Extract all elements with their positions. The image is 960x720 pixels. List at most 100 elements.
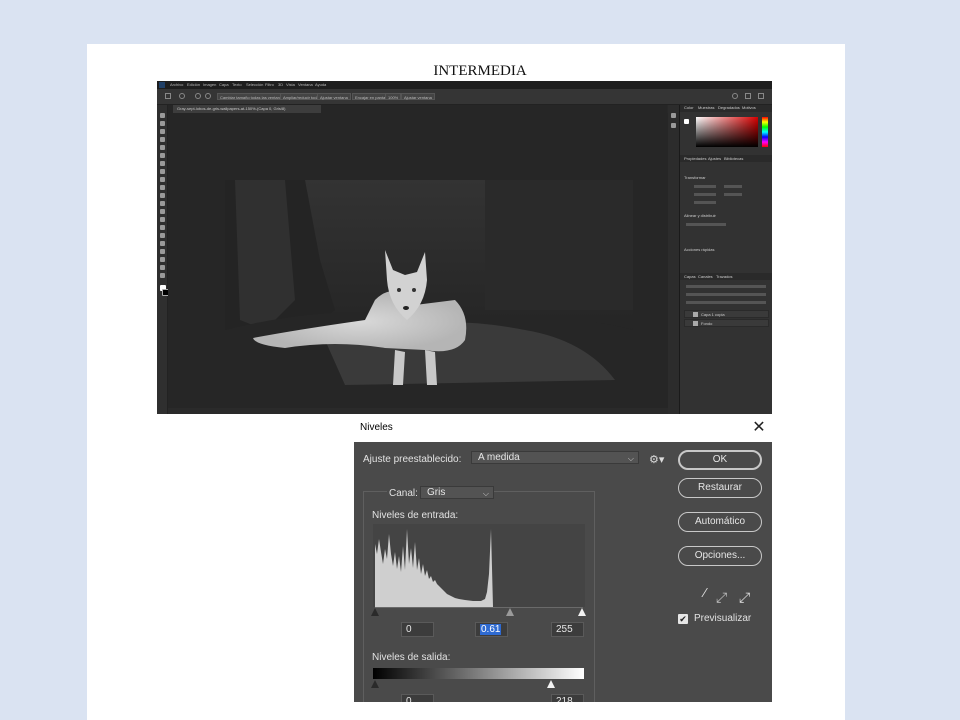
menu-vista[interactable]: Vista <box>286 82 295 87</box>
zoom-icon[interactable] <box>179 93 185 99</box>
home-icon[interactable] <box>165 93 171 99</box>
menu-ayuda[interactable]: Ayuda <box>315 82 326 87</box>
zoom-tool-icon[interactable] <box>160 273 165 278</box>
input-white-field[interactable]: 255 <box>551 622 584 637</box>
type-tool-icon[interactable] <box>160 241 165 246</box>
fit-window-button[interactable]: Ajustar ventana <box>401 93 435 100</box>
menu-filtro[interactable]: Filtro <box>265 82 274 87</box>
eyedropper-tool-icon[interactable] <box>160 161 165 166</box>
preview-checkbox[interactable]: ✔ <box>678 614 688 624</box>
output-black-slider[interactable] <box>371 680 379 688</box>
blur-tool-icon[interactable] <box>160 217 165 222</box>
eraser-tool-icon[interactable] <box>160 201 165 206</box>
black-eyedropper-icon[interactable]: ⁄ <box>704 585 706 600</box>
healing-tool-icon[interactable] <box>160 169 165 174</box>
options-button[interactable]: Opciones... <box>678 546 762 566</box>
menu-edicion[interactable]: Edición <box>187 82 200 87</box>
align-buttons[interactable] <box>686 223 726 226</box>
blend-mode-select[interactable] <box>686 293 766 296</box>
input-black-slider[interactable] <box>371 608 379 616</box>
input-white-slider[interactable] <box>578 608 586 616</box>
stamp-tool-icon[interactable] <box>160 185 165 190</box>
tab-capas[interactable]: Capas <box>684 274 696 280</box>
tab-motivos[interactable]: Motivos <box>742 105 756 111</box>
tab-color[interactable]: Color <box>684 105 694 111</box>
brush-tool-icon[interactable] <box>160 177 165 182</box>
wolf-photo[interactable] <box>225 180 633 409</box>
menu-bar: Archivo Edición Imagen Capa Texto Selecc… <box>157 81 772 89</box>
ok-button[interactable]: OK <box>678 450 762 470</box>
tab-trazados[interactable]: Trazados <box>716 274 733 280</box>
search-icon[interactable] <box>732 93 738 99</box>
marquee-tool-icon[interactable] <box>160 121 165 126</box>
preview-label: Previsualizar <box>694 613 752 624</box>
frame-tool-icon[interactable] <box>160 153 165 158</box>
angle-field[interactable] <box>694 201 716 204</box>
menu-texto[interactable]: Texto <box>232 82 242 87</box>
lasso-tool-icon[interactable] <box>160 129 165 134</box>
gradient-tool-icon[interactable] <box>160 209 165 214</box>
document-tab[interactable]: Gray-sept-lobos-de-gris-wallpapers-at-15… <box>173 105 321 113</box>
input-gamma-field[interactable]: 0.61 <box>475 622 508 637</box>
gray-eyedropper-icon[interactable]: ⤢ <box>716 589 727 606</box>
hand-tool-icon[interactable] <box>160 265 165 270</box>
shape-tool-icon[interactable] <box>160 257 165 262</box>
menu-seleccion[interactable]: Selección <box>246 82 263 87</box>
output-white-field[interactable]: 218 <box>551 694 584 702</box>
path-select-tool-icon[interactable] <box>160 249 165 254</box>
tab-bibliotecas[interactable]: Bibliotecas <box>724 156 743 162</box>
y-field[interactable] <box>724 193 742 196</box>
zoom-out-icon[interactable] <box>205 93 211 99</box>
move-tool-icon[interactable] <box>160 113 165 118</box>
history-panel-icon[interactable] <box>671 113 676 118</box>
menu-3d[interactable]: 3D <box>278 82 283 87</box>
crop-tool-icon[interactable] <box>160 145 165 150</box>
libraries-panel-icon[interactable] <box>671 123 676 128</box>
history-brush-tool-icon[interactable] <box>160 193 165 198</box>
hue-slider[interactable] <box>762 117 768 147</box>
fit-window-checkbox[interactable]: Ajustar ventana <box>317 93 351 100</box>
auto-button[interactable]: Automático <box>678 512 762 532</box>
foreground-swatch[interactable] <box>684 119 689 124</box>
input-gamma-slider[interactable] <box>506 608 514 616</box>
menu-ventana[interactable]: Ventana <box>298 82 313 87</box>
zoom-in-icon[interactable] <box>195 93 201 99</box>
height-field[interactable] <box>694 193 716 196</box>
output-white-slider[interactable] <box>547 680 555 688</box>
quick-select-tool-icon[interactable] <box>160 137 165 142</box>
close-icon[interactable]: ✕ <box>750 418 768 438</box>
lock-options[interactable] <box>686 301 766 304</box>
pen-tool-icon[interactable] <box>160 233 165 238</box>
preset-select[interactable]: A medida ⌵ <box>471 451 639 464</box>
menu-imagen[interactable]: Imagen <box>203 82 216 87</box>
layer-filter[interactable] <box>686 285 766 288</box>
zoom-100-button[interactable]: 100% <box>385 93 402 100</box>
layer-row[interactable]: Fondo <box>684 319 769 327</box>
share-icon[interactable] <box>758 93 764 99</box>
channel-value: Gris <box>427 487 446 498</box>
tab-degradados[interactable]: Degradados <box>718 105 740 111</box>
tab-muestras[interactable]: Muestras <box>698 105 714 111</box>
width-field[interactable] <box>694 185 716 188</box>
tab-ajustes[interactable]: Ajustes <box>708 156 721 162</box>
menu-capa[interactable]: Capa <box>219 82 229 87</box>
layer-row[interactable]: Capa 1 copia <box>684 310 769 318</box>
options-bar: Cambiar tamaño todas las ventanas Amplia… <box>157 89 772 105</box>
dialog-titlebar: Niveles ✕ <box>354 415 772 442</box>
resize-windows-checkbox[interactable]: Cambiar tamaño todas las ventanas <box>217 93 288 100</box>
x-field[interactable] <box>724 185 742 188</box>
tab-canales[interactable]: Canales <box>698 274 713 280</box>
output-black-field[interactable]: 0 <box>401 694 434 702</box>
workspace-icon[interactable] <box>745 93 751 99</box>
tab-propiedades[interactable]: Propiedades <box>684 156 706 162</box>
menu-archivo[interactable]: Archivo <box>170 82 183 87</box>
section-transformar: Transformar <box>684 175 706 180</box>
dodge-tool-icon[interactable] <box>160 225 165 230</box>
white-eyedropper-icon[interactable]: ⤢ <box>739 589 750 606</box>
input-levels-label: Niveles de entrada: <box>372 510 459 521</box>
input-black-field[interactable]: 0 <box>401 622 434 637</box>
color-picker-field[interactable] <box>696 117 758 147</box>
gear-icon[interactable]: ⚙▾ <box>649 453 665 467</box>
reset-button[interactable]: Restaurar <box>678 478 762 498</box>
channel-select[interactable]: Gris ⌵ <box>420 486 494 499</box>
